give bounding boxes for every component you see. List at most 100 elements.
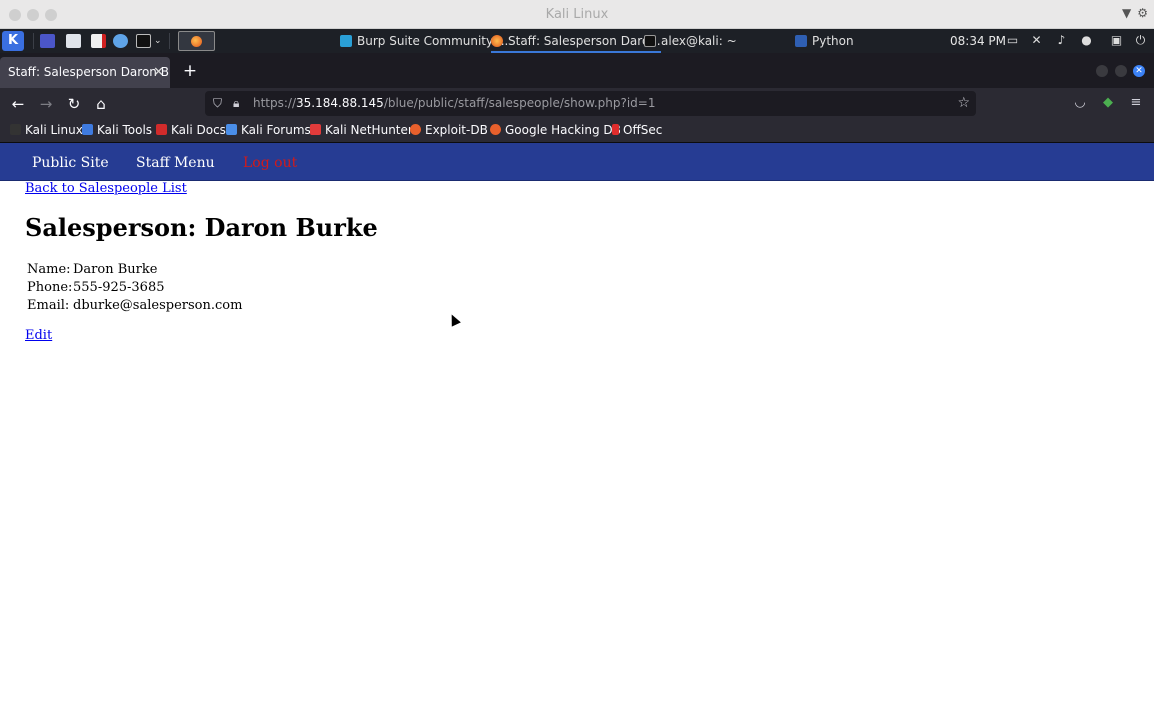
bookmark-google-hacking-db[interactable]: Google Hacking DB [490, 119, 621, 143]
site-nav: Public Site Staff Menu Log out [0, 143, 1154, 181]
forward-arrow-icon[interactable]: → [35, 93, 57, 115]
kali-panel: K ⌄ Burp Suite Community ... Staff: Sale… [0, 29, 1154, 53]
bookmark-label: Kali Tools [97, 123, 153, 137]
bookmark-label: Kali NetHunter [325, 123, 413, 137]
detail-row-name: Name: Daron Burke [27, 261, 242, 279]
bookmark-label: Kali Forums [241, 123, 311, 137]
page-content: Public Site Staff Menu Log out Back to S… [0, 143, 1154, 720]
notification-bell-icon[interactable]: ♪ [1055, 34, 1068, 47]
power-icon[interactable]: ⏻ [1134, 34, 1147, 47]
firefox-icon [191, 36, 202, 47]
taskbar-label: alex@kali: ~ [661, 34, 737, 48]
terminal-icon [644, 35, 656, 47]
lock-icon[interactable]: 🔒︎ [233, 91, 239, 116]
bookmark-label: Kali Docs [171, 123, 226, 137]
bookmark-offsec[interactable]: OffSec [612, 119, 662, 143]
detail-value: dburke@salesperson.com [73, 298, 243, 313]
bookmark-exploit-db[interactable]: Exploit-DB [410, 119, 488, 143]
bookmark-label: Google Hacking DB [505, 123, 621, 137]
bookmark-kali-docs[interactable]: Kali Docs [156, 119, 226, 143]
pocket-icon[interactable]: ◡ [1070, 93, 1090, 113]
url-bar[interactable]: ⛉ 🔒︎ https://35.184.88.145/blue/public/s… [205, 91, 976, 116]
window-title: Kali Linux [545, 7, 609, 22]
url-path: /blue/public/staff/salespeople/show.php?… [383, 96, 656, 110]
power-status-icon[interactable]: ● [1080, 34, 1093, 47]
detail-value: 555-925-3685 [73, 280, 165, 295]
firefox-icon [491, 35, 503, 47]
close-tab-icon[interactable]: ✕ [153, 57, 164, 88]
detail-value: Daron Burke [73, 262, 158, 277]
home-icon[interactable]: ⌂ [90, 93, 112, 115]
folder-icon [795, 35, 807, 47]
nav-log-out[interactable]: Log out [243, 143, 297, 183]
window-controls: ▼ ⚙ [1116, 6, 1148, 20]
taskbar-item-burp[interactable]: Burp Suite Community ... [340, 29, 508, 53]
kali-forums-icon [226, 124, 237, 135]
bookmarks-toolbar: Kali Linux Kali Tools Kali Docs Kali For… [0, 119, 1154, 143]
detail-label: Phone: [27, 280, 73, 295]
new-tab-plus-icon[interactable]: + [181, 62, 199, 80]
offsec-icon [612, 124, 619, 135]
terminal-launcher-icon[interactable] [136, 34, 151, 48]
maximize-icon[interactable] [1115, 65, 1127, 77]
detail-label: Email: [27, 298, 70, 313]
burp-icon [340, 35, 352, 47]
exploit-db-icon [410, 124, 421, 135]
desktop-icon[interactable] [40, 34, 55, 48]
nav-public-site[interactable]: Public Site [32, 143, 109, 183]
text-editor-icon[interactable] [91, 34, 106, 48]
panel-separator [33, 33, 34, 49]
detail-row-email: Email: dburke@salesperson.com [27, 297, 242, 315]
bookmark-kali-linux[interactable]: Kali Linux [10, 119, 83, 143]
tab-title: Staff: Salesperson Daron Burke [8, 65, 170, 79]
kali-tools-icon [82, 124, 93, 135]
file-manager-icon[interactable] [66, 34, 81, 48]
hamburger-menu-icon[interactable]: ≡ [1126, 93, 1146, 113]
browser-launcher-icon[interactable] [113, 34, 128, 48]
google-hacking-db-icon [490, 124, 501, 135]
taskbar-label: Burp Suite Community ... [357, 34, 509, 48]
window-titlebar: Kali Linux ▼ ⚙ [0, 0, 1154, 29]
shield-icon[interactable]: ⛉ [213, 91, 222, 116]
nav-toolbar: ← → ↻ ⌂ ⛉ 🔒︎ https://35.184.88.145/blue/… [0, 88, 1154, 119]
edit-link[interactable]: Edit [25, 328, 52, 343]
kali-linux-icon [10, 124, 21, 135]
burp-extension-icon[interactable]: ◆ [1098, 93, 1118, 113]
kali-nethunter-icon [310, 124, 321, 135]
detail-label: Name: [27, 262, 71, 277]
workspace-switcher[interactable] [178, 31, 215, 51]
display-icon[interactable]: ▭ [1006, 34, 1019, 47]
bookmark-kali-forums[interactable]: Kali Forums [226, 119, 311, 143]
salesperson-details: Name: Daron Burke Phone:555-925-3685 Emai… [27, 261, 242, 315]
back-arrow-icon[interactable]: ← [7, 93, 29, 115]
mute-icon[interactable]: ✕ [1030, 34, 1043, 47]
bookmark-label: OffSec [623, 123, 663, 137]
taskbar-label: Python [812, 34, 854, 48]
nav-staff-menu[interactable]: Staff Menu [136, 143, 215, 183]
chevron-down-icon[interactable]: ⌄ [154, 34, 164, 48]
bookmark-label: Exploit-DB [425, 123, 488, 137]
tab-active[interactable]: Staff: Salesperson Daron Burke ✕ [0, 57, 170, 88]
taskbar-item-python[interactable]: Python [795, 29, 854, 53]
taskbar-label: Staff: Salesperson Daro... [508, 34, 661, 48]
taskbar-item-terminal[interactable]: alex@kali: ~ [644, 29, 737, 53]
back-to-list-link[interactable]: Back to Salespeople List [25, 181, 187, 196]
tab-strip: Staff: Salesperson Daron Burke ✕ + ✕ [0, 53, 1154, 88]
detail-row-phone: Phone:555-925-3685 [27, 279, 242, 297]
reload-icon[interactable]: ↻ [63, 93, 85, 115]
lock-icon[interactable]: ▣ [1110, 34, 1123, 47]
panel-separator [169, 33, 170, 49]
bookmark-star-icon[interactable]: ☆ [957, 91, 970, 116]
kali-docs-icon [156, 124, 167, 135]
minimize-icon[interactable] [1096, 65, 1108, 77]
taskbar-item-firefox[interactable]: Staff: Salesperson Daro... [491, 29, 661, 53]
panel-clock[interactable]: 08:34 PM [950, 29, 1006, 53]
dropdown-triangle-icon[interactable]: ▼ [1122, 6, 1131, 20]
close-window-icon[interactable]: ✕ [1133, 65, 1145, 77]
kali-menu-icon[interactable]: K [2, 31, 24, 51]
settings-gear-icon[interactable]: ⚙ [1137, 6, 1148, 20]
url-scheme: https:// [253, 96, 297, 110]
bookmark-label: Kali Linux [25, 123, 83, 137]
bookmark-kali-tools[interactable]: Kali Tools [82, 119, 152, 143]
bookmark-kali-nethunter[interactable]: Kali NetHunter [310, 119, 413, 143]
